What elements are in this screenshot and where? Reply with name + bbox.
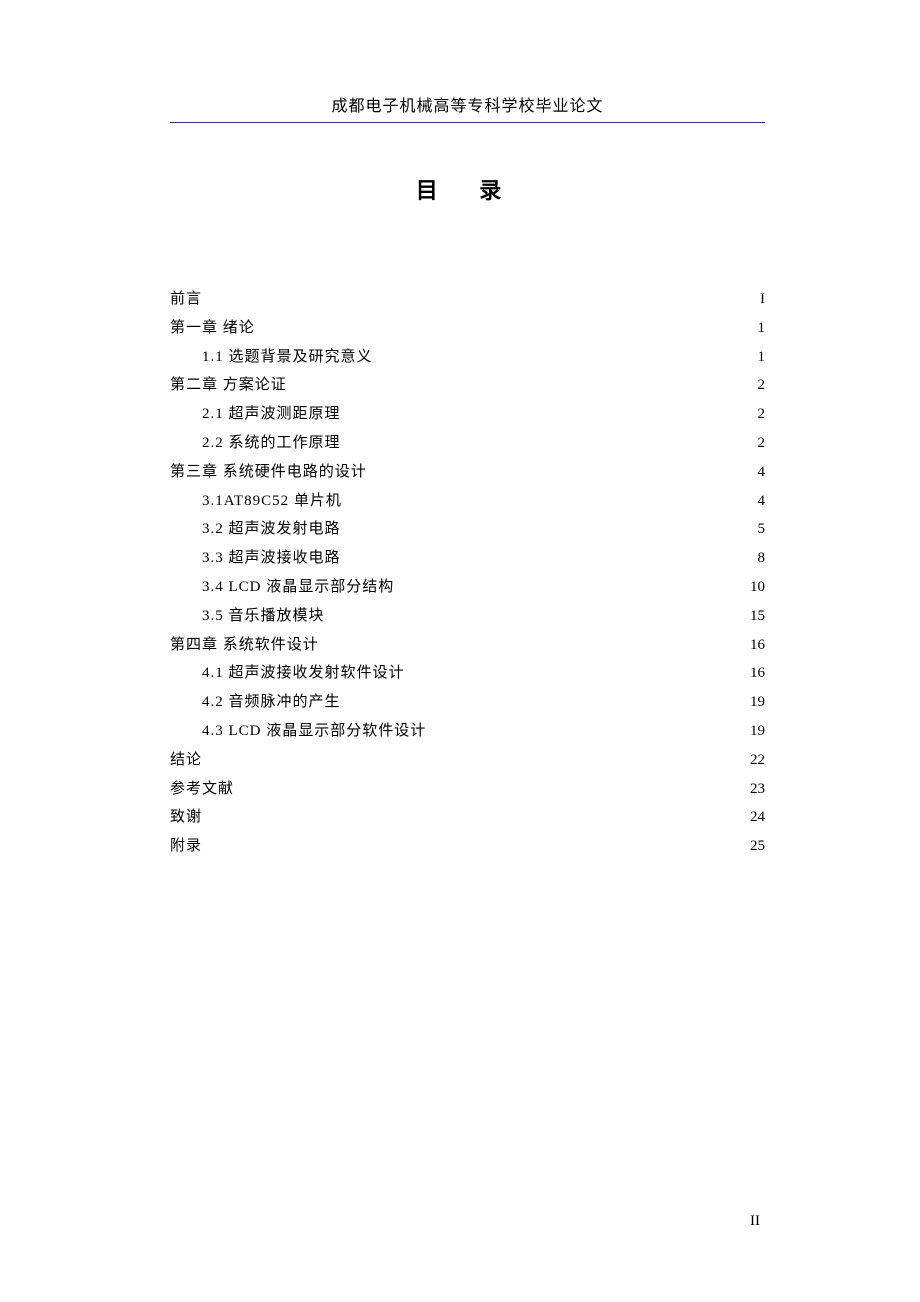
toc-entry-title: 附录 bbox=[170, 832, 202, 861]
toc-entry-page: 16 bbox=[743, 631, 765, 660]
toc-entry-page: 24 bbox=[743, 803, 765, 832]
toc-entry-page: 15 bbox=[743, 602, 765, 631]
toc-entry-page: 2 bbox=[743, 400, 765, 429]
toc-row: 致谢 24 bbox=[170, 803, 765, 832]
toc-row: 3.4 LCD 液晶显示部分结构 10 bbox=[170, 573, 765, 602]
toc-entry-page: 22 bbox=[743, 746, 765, 775]
toc-entry-page: 1 bbox=[743, 314, 765, 343]
toc-entry-title: 4.2 音频脉冲的产生 bbox=[170, 688, 341, 717]
toc-row: 3.5 音乐播放模块 15 bbox=[170, 602, 765, 631]
toc-entry-title: 3.2 超声波发射电路 bbox=[170, 515, 341, 544]
toc-row: 2.2 系统的工作原理 2 bbox=[170, 429, 765, 458]
toc-row: 2.1 超声波测距原理 2 bbox=[170, 400, 765, 429]
toc-entry-title: 参考文献 bbox=[170, 775, 234, 804]
toc-entry-page: I bbox=[743, 285, 765, 314]
header-text: 成都电子机械高等专科学校毕业论文 bbox=[331, 98, 603, 115]
toc-entry-title: 4.1 超声波接收发射软件设计 bbox=[170, 659, 405, 688]
toc-entry-page: 4 bbox=[743, 458, 765, 487]
toc-entry-title: 3.4 LCD 液晶显示部分结构 bbox=[170, 573, 394, 602]
toc-row: 前言 I bbox=[170, 285, 765, 314]
toc-entry-title: 1.1 选题背景及研究意义 bbox=[170, 343, 373, 372]
toc-entry-title: 3.1AT89C52 单片机 bbox=[170, 487, 342, 516]
toc-row: 第一章 绪论 1 bbox=[170, 314, 765, 343]
toc-entry-title: 前言 bbox=[170, 285, 202, 314]
toc-entry-title: 3.5 音乐播放模块 bbox=[170, 602, 325, 631]
toc-entry-page: 5 bbox=[743, 515, 765, 544]
toc-entry-title: 第一章 绪论 bbox=[170, 314, 255, 343]
toc-row: 4.1 超声波接收发射软件设计 16 bbox=[170, 659, 765, 688]
page-container: 成都电子机械高等专科学校毕业论文 目 录 前言I第一章 绪论11.1 选题背景及… bbox=[0, 0, 920, 1302]
toc-entry-title: 2.2 系统的工作原理 bbox=[170, 429, 341, 458]
toc-entry-title: 3.3 超声波接收电路 bbox=[170, 544, 341, 573]
page-number: II bbox=[750, 1213, 760, 1230]
toc-row: 1.1 选题背景及研究意义 1 bbox=[170, 343, 765, 372]
toc-row: 参考文献 23 bbox=[170, 775, 765, 804]
toc-entry-title: 致谢 bbox=[170, 803, 202, 832]
toc-entry-title: 4.3 LCD 液晶显示部分软件设计 bbox=[170, 717, 426, 746]
toc-row: 附录 25 bbox=[170, 832, 765, 861]
toc-entry-page: 8 bbox=[743, 544, 765, 573]
toc-entry-page: 23 bbox=[743, 775, 765, 804]
toc-entry-page: 4 bbox=[743, 487, 765, 516]
toc-title: 目 录 bbox=[170, 173, 765, 205]
toc-entry-page: 19 bbox=[743, 717, 765, 746]
toc-entry-page: 16 bbox=[743, 659, 765, 688]
toc-entry-page: 25 bbox=[743, 832, 765, 861]
toc-row: 4.3 LCD 液晶显示部分软件设计 19 bbox=[170, 717, 765, 746]
toc-row: 4.2 音频脉冲的产生 19 bbox=[170, 688, 765, 717]
toc-entry-title: 第二章 方案论证 bbox=[170, 371, 287, 400]
toc-row: 结论 22 bbox=[170, 746, 765, 775]
toc-entry-title: 第三章 系统硬件电路的设计 bbox=[170, 458, 367, 487]
toc-entry-title: 2.1 超声波测距原理 bbox=[170, 400, 341, 429]
toc-entry-page: 2 bbox=[743, 371, 765, 400]
toc-entry-title: 第四章 系统软件设计 bbox=[170, 631, 319, 660]
toc-row: 第四章 系统软件设计 16 bbox=[170, 631, 765, 660]
toc-entry-page: 2 bbox=[743, 429, 765, 458]
toc-row: 第三章 系统硬件电路的设计 4 bbox=[170, 458, 765, 487]
toc-entry-page: 19 bbox=[743, 688, 765, 717]
toc-entry-title: 结论 bbox=[170, 746, 202, 775]
toc-entry-page: 10 bbox=[743, 573, 765, 602]
toc-row: 3.3 超声波接收电路 8 bbox=[170, 544, 765, 573]
toc-body: 前言I第一章 绪论11.1 选题背景及研究意义1第二章 方案论证22.1 超声波… bbox=[170, 285, 765, 861]
toc-row: 3.2 超声波发射电路 5 bbox=[170, 515, 765, 544]
page-header: 成都电子机械高等专科学校毕业论文 bbox=[170, 92, 765, 123]
toc-entry-page: 1 bbox=[743, 343, 765, 372]
toc-row: 3.1AT89C52 单片机 4 bbox=[170, 487, 765, 516]
toc-row: 第二章 方案论证 2 bbox=[170, 371, 765, 400]
